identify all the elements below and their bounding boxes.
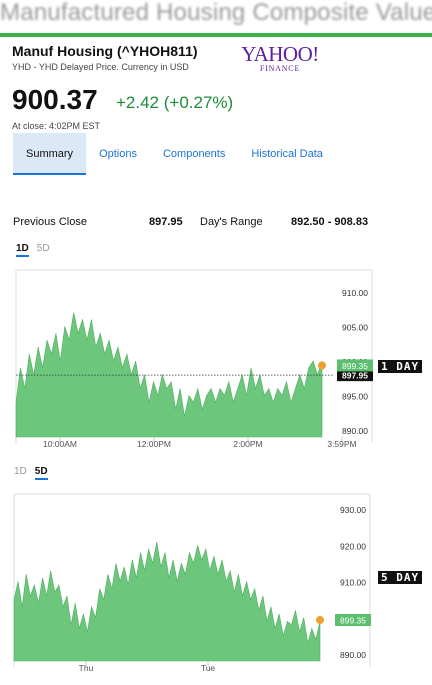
- five-day-chart: 930.00920.00910.00900.00890.00ThuTue899.…: [13, 493, 371, 673]
- price-area: [13, 541, 321, 662]
- logo-main: YAHOO!: [241, 42, 319, 66]
- y-tick-label: 890.00: [342, 426, 368, 436]
- tab-components[interactable]: Components: [150, 133, 238, 175]
- five-day-tag: 5 DAY: [378, 571, 423, 584]
- y-tick-label: 930.00: [340, 505, 366, 515]
- x-tick-label: 2:00PM: [233, 439, 262, 449]
- tab-options[interactable]: Options: [86, 133, 150, 175]
- x-tick-label: Thu: [79, 663, 94, 673]
- current-price-label: 899.35: [340, 615, 366, 625]
- prev-close-label: Previous Close: [13, 216, 87, 228]
- range-1d-button[interactable]: 1D: [14, 466, 27, 477]
- symbol-title: Manuf Housing (^YHOH811): [12, 43, 198, 59]
- y-tick-label: 920.00: [340, 541, 366, 551]
- x-tick-label: 3:59PM: [327, 439, 356, 449]
- y-tick-label: 910.00: [340, 578, 366, 588]
- range-1d-button[interactable]: 1D: [16, 243, 29, 257]
- y-tick-label: 910.00: [342, 288, 368, 298]
- intraday-chart: 910.00905.00900.00895.00890.0010:00AM12:…: [15, 269, 373, 449]
- brand-divider: [0, 33, 432, 37]
- days-range-label: Day's Range: [200, 216, 263, 228]
- banner-title: Manufactured Housing Composite Value: [0, 0, 432, 26]
- range-5d-button[interactable]: 5D: [34, 466, 48, 480]
- x-tick-label: 12:00PM: [137, 439, 171, 449]
- x-tick-label: 10:00AM: [43, 439, 77, 449]
- prev-close-value: 897.95: [149, 216, 183, 228]
- chart1-range-buttons: 1D 5D: [16, 243, 58, 257]
- y-tick-label: 905.00: [342, 322, 368, 332]
- quote-tabs: Summary Options Components Historical Da…: [13, 133, 336, 175]
- price-change: +2.42 (+0.27%): [116, 93, 234, 112]
- quote-subtitle: YHD - YHD Delayed Price. Currency in USD: [12, 62, 189, 72]
- y-tick-label: 890.00: [340, 650, 366, 660]
- x-tick-label: Tue: [201, 663, 216, 673]
- current-price-marker: [318, 361, 326, 370]
- chart2-range-buttons: 1D 5D: [14, 466, 56, 480]
- current-price-label: 899.35: [342, 361, 368, 371]
- close-time: At close: 4:02PM EST: [12, 121, 101, 131]
- days-range-value: 892.50 - 908.83: [291, 216, 369, 228]
- current-price-marker: [316, 615, 324, 624]
- range-5d-button[interactable]: 5D: [37, 243, 50, 254]
- tab-summary[interactable]: Summary: [13, 133, 87, 175]
- y-tick-label: 895.00: [342, 392, 368, 402]
- current-price: 900.37: [12, 84, 98, 115]
- yahoo-finance-logo[interactable]: YAHOO! FINANCE: [240, 44, 320, 78]
- tab-historical-data[interactable]: Historical Data: [238, 133, 336, 175]
- previous-close-label: 897.95: [342, 371, 368, 381]
- one-day-tag: 1 DAY: [378, 360, 423, 373]
